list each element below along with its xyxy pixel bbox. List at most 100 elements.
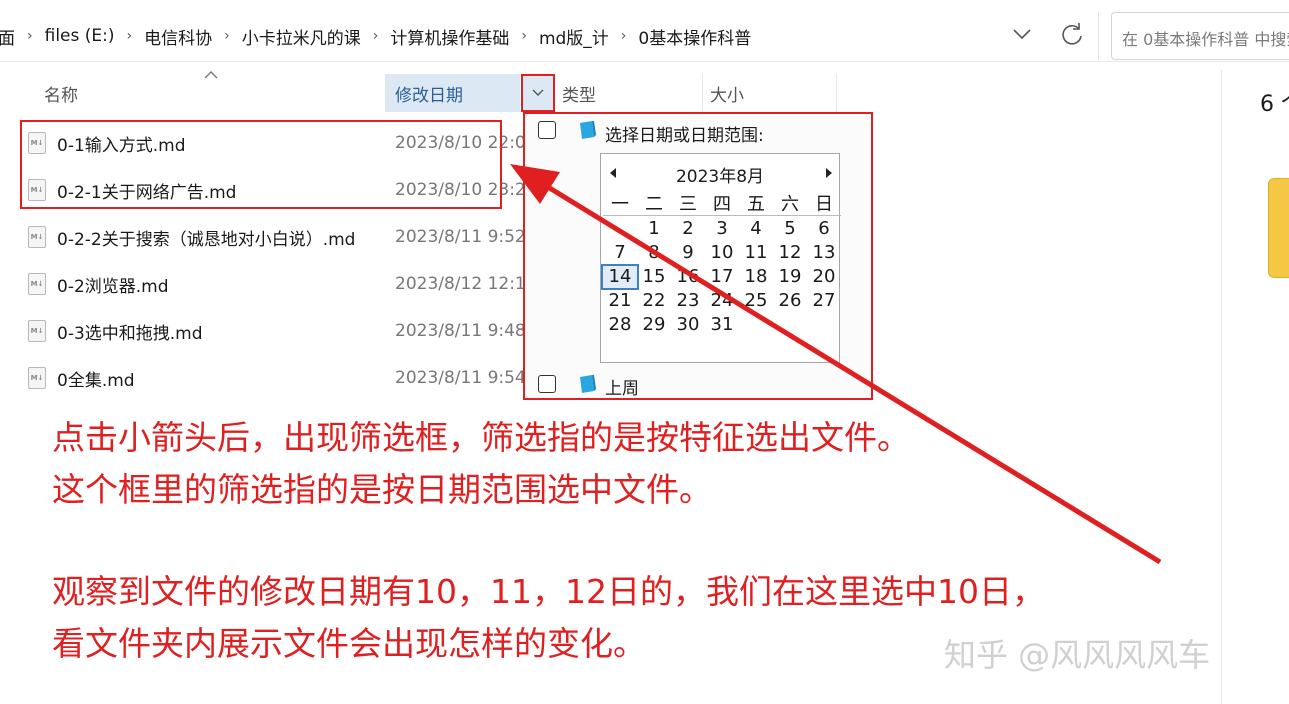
calendar-day[interactable]: 24: [705, 290, 739, 312]
chevron-down-icon: [532, 89, 544, 96]
calendar-weekday-label: 日: [807, 194, 841, 216]
calendar-day[interactable]: 17: [705, 266, 739, 288]
file-name: 0-2-2关于搜索（诚恳地对小白说）.md: [57, 229, 356, 250]
calendar-weekday-label: 六: [773, 194, 807, 216]
annotation-text: 观察到文件的修改日期有10，11，12日的，我们在这里选中10日，: [52, 572, 1045, 611]
breadcrumb-separator-icon: ›: [27, 28, 33, 44]
calendar-day[interactable]: 15: [637, 266, 671, 288]
calendar-day[interactable]: 27: [807, 290, 841, 312]
markdown-file-icon: M↓: [28, 273, 46, 295]
file-row[interactable]: M↓ 0全集.md: [28, 363, 135, 393]
last-week-option-label: 上周: [605, 379, 639, 399]
toolbar-bottom-border: [0, 61, 1289, 62]
calendar-day[interactable]: 25: [739, 290, 773, 312]
calendar-day[interactable]: 4: [739, 218, 773, 240]
calendar-day[interactable]: 29: [637, 314, 671, 336]
breadcrumb-separator-icon: ›: [372, 28, 379, 44]
column-divider[interactable]: [836, 74, 837, 112]
calendar-day[interactable]: 22: [637, 290, 671, 312]
column-filter-dropdown-button[interactable]: [521, 74, 555, 112]
markdown-file-icon: M↓: [28, 226, 46, 248]
search-input[interactable]: 在 0基本操作科普 中搜索: [1111, 12, 1289, 60]
annotation-text: 看文件夹内展示文件会出现怎样的变化。: [52, 624, 646, 663]
watermark: 知乎 @风风风风车: [944, 636, 1211, 674]
calendar-day[interactable]: 20: [807, 266, 841, 288]
calendar-day[interactable]: 8: [637, 242, 671, 264]
calendar-day[interactable]: 18: [739, 266, 773, 288]
item-count: 6 个: [1260, 92, 1289, 117]
breadcrumb-item[interactable]: 小卡拉米凡的课 ›: [242, 24, 391, 49]
calendar-weekday-label: 二: [637, 194, 671, 216]
calendar-day[interactable]: 30: [671, 314, 705, 336]
calendar-picker[interactable]: 2023年8月 一二三四五六日 1 2 3 4 5 6 7 8 9 10 11 12 13 14 15 16 17…: [600, 153, 841, 363]
markdown-file-icon: M↓: [28, 320, 46, 342]
calendar-day[interactable]: 2: [671, 218, 705, 240]
address-bar[interactable]: 面 › files (E:) › 电信科协 › 小卡拉米凡的课 › 计算机操作基础 › m…: [0, 12, 1000, 60]
annotation-text: 这个框里的筛选指的是按日期范围选中文件。: [52, 470, 712, 509]
calendar-day[interactable]: 31: [705, 314, 739, 336]
last-week-checkbox[interactable]: [538, 375, 556, 393]
file-row[interactable]: M↓ 0-3选中和拖拽.md: [28, 316, 203, 346]
highlight-box-aug10-files: [20, 120, 502, 209]
toolbar-divider: [1098, 12, 1099, 60]
filter-cube-icon: [580, 121, 596, 139]
breadcrumb-item[interactable]: 计算机操作基础 ›: [390, 24, 539, 49]
column-header-type[interactable]: 类型: [562, 74, 700, 112]
annotation-text: 点击小箭头后，出现筛选框，筛选指的是按特征选出文件。: [52, 418, 910, 457]
calendar-day[interactable]: 3: [705, 218, 739, 240]
calendar-day[interactable]: 7: [603, 242, 637, 264]
calendar-day[interactable]: 1: [637, 218, 671, 240]
markdown-file-icon: M↓: [28, 367, 46, 389]
breadcrumb-item[interactable]: md版_计 ›: [539, 24, 638, 49]
file-name: 0-3选中和拖拽.md: [57, 323, 203, 344]
calendar-day-today[interactable]: 14: [601, 264, 639, 290]
calendar-empty-cell: [603, 218, 637, 240]
calendar-day[interactable]: 10: [705, 242, 739, 264]
file-date: 2023/8/11 9:54: [395, 368, 526, 388]
calendar-day[interactable]: 12: [773, 242, 807, 264]
calendar-day[interactable]: 19: [773, 266, 807, 288]
details-pane-divider[interactable]: [1221, 70, 1222, 704]
calendar-day[interactable]: 6: [807, 218, 841, 240]
file-row[interactable]: M↓ 0-2-2关于搜索（诚恳地对小白说）.md: [28, 222, 355, 252]
calendar-day[interactable]: 16: [671, 266, 705, 288]
breadcrumb-separator-icon: ›: [126, 28, 133, 44]
column-divider[interactable]: [702, 74, 703, 112]
calendar-weekday-label: 一: [603, 194, 637, 216]
calendar-next-month-icon[interactable]: [825, 168, 833, 178]
file-row[interactable]: M↓ 0-2浏览器.md: [28, 269, 169, 299]
calendar-day[interactable]: 9: [671, 242, 705, 264]
calendar-day[interactable]: 23: [671, 290, 705, 312]
breadcrumb-separator-icon: ›: [224, 28, 230, 44]
calendar-weekday-label: 五: [739, 194, 773, 216]
breadcrumb-item[interactable]: 面 ›: [0, 24, 45, 49]
breadcrumb-item-current[interactable]: 0基本操作科普: [638, 24, 751, 49]
folder-icon: [1268, 178, 1289, 278]
calendar-day[interactable]: 13: [807, 242, 841, 264]
file-name: 0全集.md: [57, 370, 135, 391]
file-date: 2023/8/12 12:1: [395, 274, 526, 294]
breadcrumb-item[interactable]: files (E:) ›: [45, 26, 145, 46]
breadcrumb-separator-icon: ›: [521, 28, 527, 44]
filter-cube-icon: [580, 375, 596, 393]
file-name: 0-2浏览器.md: [57, 276, 169, 297]
refresh-icon[interactable]: [1058, 20, 1086, 48]
breadcrumb-separator-icon: ›: [620, 28, 627, 44]
column-header-size[interactable]: 大小: [710, 74, 836, 112]
column-header-name[interactable]: 名称: [44, 74, 78, 112]
calendar-day[interactable]: 26: [773, 290, 807, 312]
breadcrumb-item[interactable]: 电信科协 ›: [144, 24, 242, 49]
calendar-day[interactable]: 21: [603, 290, 637, 312]
calendar-weekday-label: 三: [671, 194, 705, 216]
calendar-day[interactable]: 11: [739, 242, 773, 264]
calendar-day[interactable]: 5: [773, 218, 807, 240]
calendar-month-label[interactable]: 2023年8月: [601, 162, 839, 187]
column-header-date[interactable]: 修改日期: [385, 74, 520, 112]
file-date: 2023/8/11 9:48: [395, 321, 526, 341]
file-date: 2023/8/11 9:52: [395, 227, 526, 247]
calendar-day[interactable]: 28: [603, 314, 637, 336]
address-history-chevron-icon[interactable]: [1010, 22, 1034, 46]
date-range-option-label: 选择日期或日期范围:: [605, 126, 764, 146]
date-range-checkbox[interactable]: [538, 121, 556, 139]
calendar-weekday-label: 四: [705, 194, 739, 216]
